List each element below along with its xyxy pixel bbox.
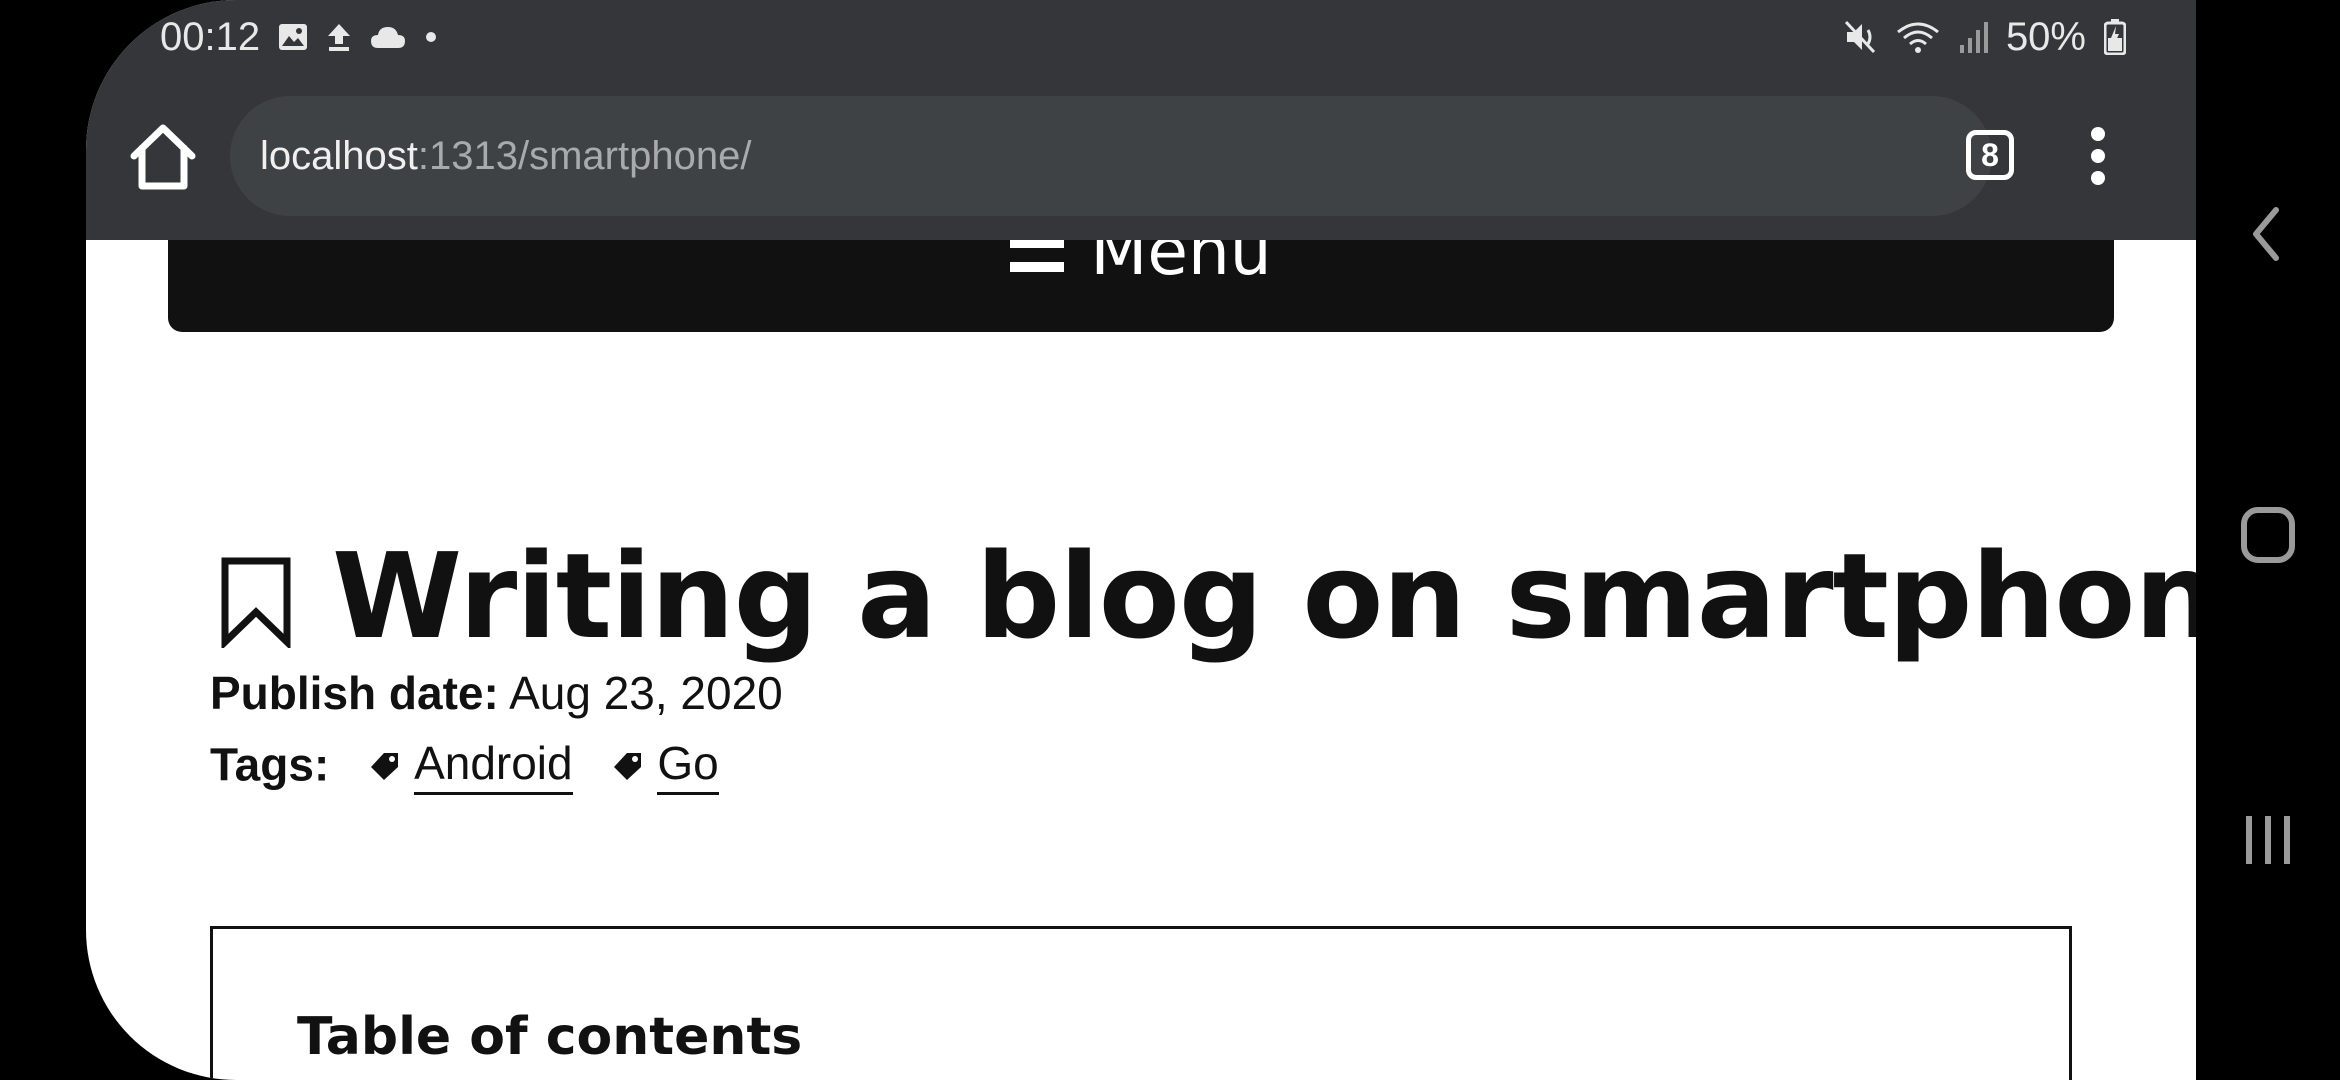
mute-icon <box>1844 20 1876 54</box>
publish-date-value: Aug 23, 2020 <box>509 667 783 719</box>
home-icon[interactable] <box>126 120 200 194</box>
url-host: localhost <box>260 134 418 178</box>
tag-link-go[interactable]: Go <box>657 736 719 795</box>
signal-icon <box>1959 22 1988 53</box>
android-nav-bar <box>2196 0 2340 1080</box>
tag-icon <box>614 752 642 780</box>
status-right-icons: 50% <box>1844 12 2126 62</box>
tag-icon <box>371 752 399 780</box>
battery-icon <box>2104 19 2126 55</box>
more-options-icon[interactable] <box>2086 126 2110 186</box>
tag-item: Android <box>370 736 573 795</box>
bookmark-icon <box>221 557 291 648</box>
tag-link-android[interactable]: Android <box>414 736 573 795</box>
phone-screen: 00:12 50% localhost:1313/smartphone/ 8 M… <box>86 0 2196 1080</box>
address-bar[interactable]: localhost:1313/smartphone/ <box>230 96 1992 216</box>
status-time: 00:12 <box>160 15 261 59</box>
page-title: Writing a blog on smartphone <box>332 527 2196 665</box>
battery-percent: 50% <box>2005 14 2086 59</box>
publish-date-row: Publish date: Aug 23, 2020 <box>210 666 783 720</box>
toc-title: Table of contents <box>297 1007 803 1067</box>
recent-apps-icon[interactable] <box>2240 812 2296 868</box>
upload-icon <box>328 24 350 51</box>
hamburger-icon <box>1010 237 1065 272</box>
table-of-contents: Table of contents <box>210 926 2072 1080</box>
tab-switcher-button[interactable]: 8 <box>1966 130 2014 180</box>
tag-item: Go <box>613 736 719 795</box>
back-icon[interactable] <box>2240 206 2296 262</box>
dot-icon <box>426 32 436 42</box>
image-icon <box>279 24 307 50</box>
wifi-icon <box>1897 22 1939 53</box>
status-left-icons <box>278 14 438 60</box>
url-text[interactable]: localhost:1313/smartphone/ <box>260 96 751 216</box>
tags-label: Tags: <box>210 738 330 791</box>
publish-date-label: Publish date: <box>210 667 499 719</box>
url-path: :1313/smartphone/ <box>417 134 752 178</box>
home-nav-icon[interactable] <box>2240 506 2296 564</box>
tags-row: Tags: Android Go <box>210 736 719 795</box>
cloud-icon <box>371 27 405 48</box>
browser-chrome: 00:12 50% localhost:1313/smartphone/ 8 <box>86 0 2196 240</box>
